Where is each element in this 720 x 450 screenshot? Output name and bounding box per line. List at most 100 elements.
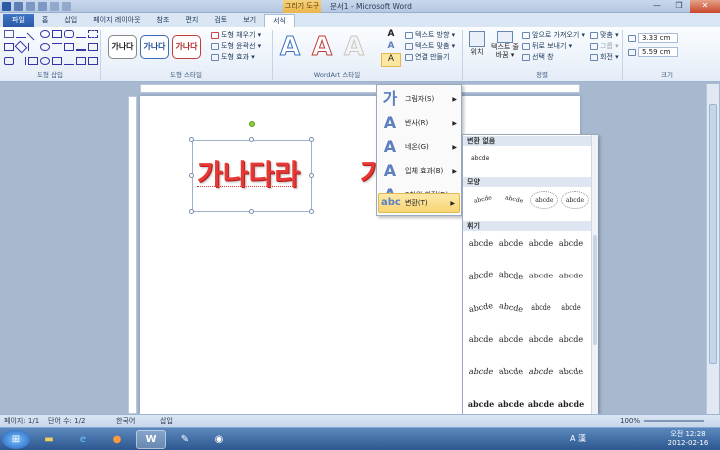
- no-transform-option[interactable]: abcde: [471, 155, 489, 162]
- path-option-circle[interactable]: abcde: [530, 191, 559, 209]
- shape-width-input[interactable]: 5.59 cm: [638, 47, 678, 57]
- warp-option[interactable]: abcde: [525, 363, 556, 381]
- menu-item-shadow[interactable]: 가 그림자(S) ▶: [379, 87, 461, 111]
- wordart-text[interactable]: 가나다라: [197, 153, 300, 193]
- text-direction-button[interactable]: 텍스트 방향 ▾: [405, 30, 455, 41]
- warp-option[interactable]: abcde: [530, 299, 552, 317]
- create-link-button[interactable]: 연결 만들기: [405, 52, 455, 63]
- submenu-scrollbar[interactable]: [591, 135, 598, 416]
- menu-item-transform[interactable]: abc 변환(T) ▶: [378, 193, 460, 213]
- word-count[interactable]: 단어 수: 1/2: [48, 415, 85, 427]
- horizontal-ruler[interactable]: [140, 84, 580, 93]
- warp-option[interactable]: abcde: [497, 331, 525, 349]
- shape-fill-button[interactable]: 도형 채우기 ▾: [211, 30, 261, 41]
- send-backward-button[interactable]: 뒤로 보내기 ▾: [522, 41, 585, 52]
- wordart-style-red-outline[interactable]: A: [311, 29, 332, 65]
- resize-handle[interactable]: [309, 209, 314, 214]
- warp-option[interactable]: abcde: [557, 235, 585, 253]
- vertical-scrollbar[interactable]: [706, 84, 719, 414]
- shape-effects-button[interactable]: 도형 효과 ▾: [211, 52, 261, 63]
- rotate-button[interactable]: 회전 ▾: [590, 52, 619, 63]
- warp-option[interactable]: abcde: [557, 331, 585, 349]
- resize-handle[interactable]: [309, 173, 314, 178]
- warp-option[interactable]: abcde: [467, 395, 495, 413]
- warp-option[interactable]: abcde: [527, 331, 555, 349]
- warp-option[interactable]: abcde: [467, 331, 495, 349]
- warp-option[interactable]: abcde: [557, 395, 585, 413]
- resize-handle[interactable]: [309, 137, 314, 142]
- menu-item-reflection[interactable]: A 반사(R) ▶: [379, 111, 461, 135]
- scroll-thumb[interactable]: [709, 104, 717, 364]
- path-option-arch-up[interactable]: abcde: [467, 188, 498, 211]
- tab-page-layout[interactable]: 페이지 레이아웃: [85, 14, 148, 27]
- start-button[interactable]: ⊞: [2, 430, 30, 449]
- tab-insert[interactable]: 삽입: [56, 14, 85, 27]
- menu-item-bevel[interactable]: A 입체 효과(B) ▶: [379, 159, 461, 183]
- maximize-button[interactable]: ❐: [668, 0, 690, 13]
- tab-home[interactable]: 홈: [34, 14, 56, 27]
- bring-forward-button[interactable]: 앞으로 가져오기 ▾: [522, 30, 585, 41]
- warp-option[interactable]: abcde: [497, 395, 525, 413]
- warp-option[interactable]: abcde: [496, 297, 527, 320]
- text-wrap-button[interactable]: 텍스트 줄 바꿈 ▾: [490, 31, 520, 59]
- warp-option[interactable]: abcde: [467, 235, 495, 253]
- selection-pane-button[interactable]: 선택 창: [522, 52, 585, 63]
- warp-option[interactable]: abcde: [495, 363, 526, 381]
- group-button[interactable]: 그룹 ▾: [590, 41, 619, 52]
- taskbar-explorer[interactable]: ▬: [34, 430, 64, 449]
- warp-option[interactable]: abcde: [466, 297, 497, 320]
- warp-option[interactable]: abcde: [465, 363, 496, 381]
- zoom-level[interactable]: 100%: [620, 415, 640, 427]
- close-button[interactable]: ✕: [690, 0, 720, 13]
- path-option-arch-down[interactable]: abcde: [498, 188, 529, 211]
- language-indicator[interactable]: 한국어: [116, 415, 135, 427]
- wordart-style-blue-outline[interactable]: A: [279, 29, 300, 65]
- zoom-slider[interactable]: [644, 420, 704, 422]
- text-effects-button[interactable]: A: [381, 53, 401, 67]
- shape-outline-button[interactable]: 도형 윤곽선 ▾: [211, 41, 261, 52]
- resize-handle[interactable]: [189, 173, 194, 178]
- shape-style-sample-3[interactable]: 가나다: [172, 35, 201, 59]
- clock[interactable]: 오전 12:28 2012-02-16: [662, 430, 714, 448]
- resize-handle[interactable]: [189, 209, 194, 214]
- taskbar-ie[interactable]: e: [68, 430, 98, 449]
- shape-gallery[interactable]: [4, 27, 98, 68]
- align-button[interactable]: 맞춤 ▾: [590, 30, 619, 41]
- taskbar-word[interactable]: W: [136, 430, 166, 449]
- customize-qat-icon[interactable]: [62, 2, 71, 11]
- taskbar-paint[interactable]: ✎: [170, 430, 200, 449]
- redo-icon[interactable]: [38, 2, 47, 11]
- resize-handle[interactable]: [249, 209, 254, 214]
- wordart-style-gray[interactable]: A: [343, 29, 364, 65]
- warp-option[interactable]: abcde: [497, 266, 525, 287]
- shape-style-sample-1[interactable]: 가나다: [108, 35, 137, 59]
- tab-format[interactable]: 서식: [264, 14, 295, 27]
- warp-option[interactable]: abcde: [497, 235, 525, 253]
- vertical-ruler[interactable]: [128, 96, 137, 414]
- path-option-button[interactable]: abcde: [560, 191, 589, 209]
- taskbar-firefox[interactable]: ●: [102, 430, 132, 449]
- warp-option[interactable]: abcde: [560, 299, 582, 317]
- print-icon[interactable]: [50, 2, 59, 11]
- warp-option[interactable]: abcde: [557, 270, 585, 283]
- shape-height-input[interactable]: 3.33 cm: [638, 33, 678, 43]
- ime-indicator[interactable]: A 漢: [570, 433, 586, 444]
- rotate-handle[interactable]: [249, 121, 255, 127]
- shape-style-sample-2[interactable]: 가나다: [140, 35, 169, 59]
- warp-option[interactable]: abcde: [467, 266, 495, 287]
- undo-icon[interactable]: [26, 2, 35, 11]
- tab-review[interactable]: 검토: [206, 14, 235, 27]
- wordart-textbox[interactable]: 가나다라: [192, 140, 312, 212]
- submenu-scroll-thumb[interactable]: [593, 235, 597, 345]
- text-outline-icon[interactable]: A: [381, 41, 401, 53]
- save-icon[interactable]: [14, 2, 23, 11]
- resize-handle[interactable]: [249, 137, 254, 142]
- tab-view[interactable]: 보기: [235, 14, 264, 27]
- tab-mailings[interactable]: 편지: [177, 14, 206, 27]
- warp-option[interactable]: abcde: [555, 363, 586, 381]
- taskbar-app[interactable]: ◉: [204, 430, 234, 449]
- menu-item-glow[interactable]: A 네온(G) ▶: [379, 135, 461, 159]
- page-count[interactable]: 페이지: 1/1: [4, 415, 39, 427]
- minimize-button[interactable]: —: [646, 0, 668, 13]
- insert-mode-indicator[interactable]: 삽입: [160, 415, 173, 427]
